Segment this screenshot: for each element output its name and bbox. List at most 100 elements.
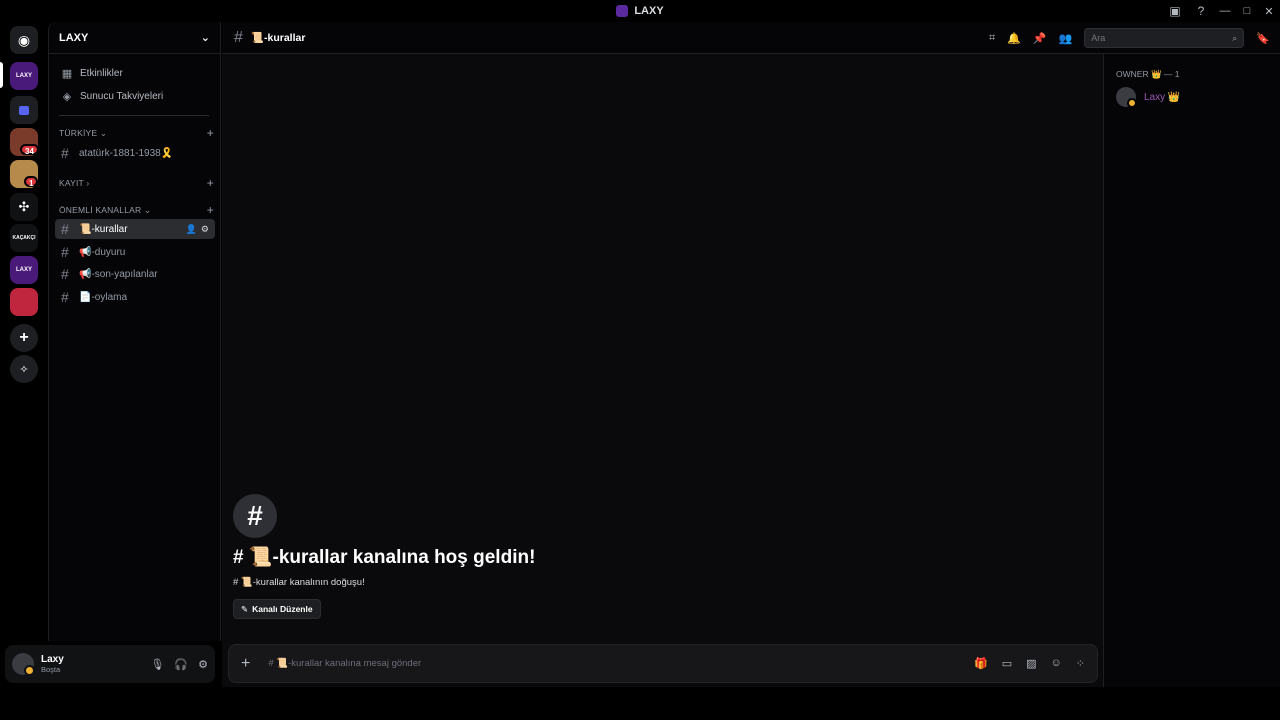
gear-icon[interactable]: ⚙ (198, 658, 208, 671)
server-rail: ◉ LAXY 34 1 ✣ KAÇAKÇI LAXY + ✧ (0, 22, 48, 687)
chat-area: # # 📜-kurallar kanalına hoş geldin! # 📜-… (222, 54, 1103, 687)
invite-icon[interactable]: 👤 (186, 224, 197, 235)
gif-icon[interactable]: ▭ (1002, 657, 1012, 670)
edit-channel-button[interactable]: ✎ Kanalı Düzenle (233, 599, 321, 619)
message-composer[interactable]: + # 📜-kurallar kanalına mesaj gönder 🎁 ▭… (228, 644, 1098, 683)
category-onemli-kanallar[interactable]: ÖNEMLİ KANALLAR ⌄ + (59, 203, 214, 217)
threads-icon[interactable]: ⌗ (989, 32, 995, 45)
bell-icon[interactable]: 🔔 (1007, 32, 1021, 45)
member-group-header: OWNER 👑 — 1 (1116, 69, 1180, 79)
bottom-bar (0, 687, 1280, 720)
server-laxy[interactable]: LAXY (10, 62, 38, 90)
add-channel-icon[interactable]: + (207, 176, 214, 190)
sticker-icon[interactable]: ▨ (1026, 657, 1036, 670)
edit-channel-label: Kanalı Düzenle (252, 604, 313, 614)
message-input[interactable]: # 📜-kurallar kanalına mesaj gönder (268, 658, 421, 669)
add-channel-icon[interactable]: + (207, 126, 214, 140)
hash-icon: # (234, 28, 243, 46)
category-kayit[interactable]: KAYIT › + (59, 176, 214, 190)
headphones-icon[interactable]: 🎧 (174, 658, 188, 671)
user-name: Laxy (41, 654, 64, 665)
add-channel-icon[interactable]: + (207, 203, 214, 217)
member-name: Laxy 👑 (1144, 91, 1181, 103)
member-item[interactable]: Laxy 👑 (1116, 87, 1181, 108)
server-folder[interactable] (10, 96, 38, 124)
close-button[interactable]: ✕ (1258, 0, 1280, 22)
chevron-down-icon: ⌄ (99, 127, 108, 138)
gear-icon[interactable]: ⚙ (201, 224, 209, 235)
gift-icon[interactable]: 🎁 (974, 657, 988, 670)
channel-title: 📜-kurallar (250, 32, 306, 44)
category-name: ÖNEMLİ KANALLAR (59, 204, 142, 215)
add-attachment-icon[interactable]: + (241, 655, 250, 673)
welcome-subtitle: # 📜-kurallar kanalının doğuşu! (233, 577, 365, 588)
channel-label: 📄-oylama (79, 291, 128, 303)
hash-icon: # (61, 289, 69, 305)
category-name: TÜRKİYE (59, 127, 98, 138)
search-box[interactable]: ⌕ (1084, 28, 1245, 48)
server-laxy-2[interactable]: LAXY (10, 256, 38, 284)
divider (59, 115, 209, 116)
active-server-indicator (0, 62, 3, 88)
channel-son-yapilanlar[interactable]: # 📢-son-yapılanlar (55, 264, 215, 284)
server-logo-icon (616, 5, 629, 17)
channel-oylama[interactable]: # 📄-oylama (55, 287, 215, 307)
inbox-icon[interactable]: ▣ (1162, 0, 1188, 22)
channel-ataturk[interactable]: # atatürk-1881-1938🎗️ (55, 143, 215, 163)
folder-icon (19, 105, 29, 115)
user-status: Boşta (41, 665, 61, 674)
channel-label: 📢-son-yapılanlar (79, 268, 158, 280)
chevron-down-icon: ⌄ (200, 32, 210, 44)
minimize-button[interactable]: — (1214, 0, 1236, 22)
discord-home-icon[interactable]: ◉ (10, 26, 38, 54)
sidebar-item-boosts[interactable]: ◈ Sunucu Takviyeleri (55, 85, 215, 107)
channel-duyuru[interactable]: # 📢-duyuru (55, 242, 215, 262)
hash-icon: # (61, 145, 69, 161)
sidebar-item-label: Sunucu Takviyeleri (80, 90, 164, 102)
channel-kurallar[interactable]: # 📜-kurallar 👤 ⚙ (55, 219, 215, 239)
channel-label: 📜-kurallar (79, 223, 128, 235)
user-panel: Laxy Boşta 🎙 🎧 ⚙ (5, 645, 215, 683)
server-8[interactable] (10, 288, 38, 316)
guild-header[interactable]: LAXY ⌄ (49, 22, 220, 54)
explore-icon[interactable]: ✧ (10, 355, 38, 383)
server-5[interactable]: ✣ (10, 193, 38, 221)
mention-badge: 1 (24, 176, 39, 188)
emoji-icon[interactable]: ☺ (1051, 657, 1062, 670)
calendar-icon: ▦ (61, 67, 73, 80)
apps-icon[interactable]: ⁘ (1076, 657, 1085, 670)
hash-icon: # (233, 494, 277, 538)
microphone-icon[interactable]: 🎙 (150, 658, 164, 671)
pencil-icon: ✎ (241, 603, 249, 614)
sidebar-item-events[interactable]: ▦ Etkinlikler (55, 62, 215, 84)
server-kacakci[interactable]: KAÇAKÇI (10, 224, 38, 252)
add-server-icon[interactable]: + (10, 324, 38, 352)
search-icon: ⌕ (1232, 32, 1238, 43)
search-input[interactable] (1091, 33, 1222, 43)
chevron-right-icon: › (86, 178, 90, 188)
welcome-title: # 📜-kurallar kanalına hoş geldin! (233, 547, 536, 568)
window-title: LAXY (616, 5, 664, 17)
pin-icon[interactable]: 📌 (1033, 32, 1047, 45)
hash-icon: # (61, 266, 69, 282)
help-icon[interactable]: ? (1188, 0, 1214, 22)
avatar[interactable] (12, 653, 35, 676)
category-turkiye[interactable]: TÜRKİYE ⌄ + (59, 126, 214, 140)
avatar (1116, 87, 1137, 108)
member-list: OWNER 👑 — 1 Laxy 👑 (1103, 54, 1280, 687)
hash-icon: # (61, 221, 69, 237)
channel-sidebar: LAXY ⌄ ▦ Etkinlikler ◈ Sunucu Takviyeler… (48, 22, 221, 641)
channel-label: atatürk-1881-1938🎗️ (79, 147, 174, 159)
hash-icon: # (61, 244, 69, 260)
channel-header: # 📜-kurallar ⌗ 🔔 📌 👥 ⌕ 🔖 (222, 22, 1280, 54)
sidebar-item-label: Etkinlikler (80, 67, 123, 79)
bookmark-icon[interactable]: 🔖 (1256, 32, 1270, 45)
guild-name: LAXY (59, 31, 89, 44)
mention-badge: 34 (20, 144, 39, 156)
boost-icon: ◈ (62, 90, 72, 103)
maximize-button[interactable]: □ (1236, 0, 1258, 22)
title-bar: LAXY ▣ ? — □ ✕ (0, 0, 1280, 22)
members-icon[interactable]: 👥 (1059, 32, 1073, 45)
window-title-text: LAXY (634, 5, 664, 17)
channel-label: 📢-duyuru (79, 246, 126, 258)
